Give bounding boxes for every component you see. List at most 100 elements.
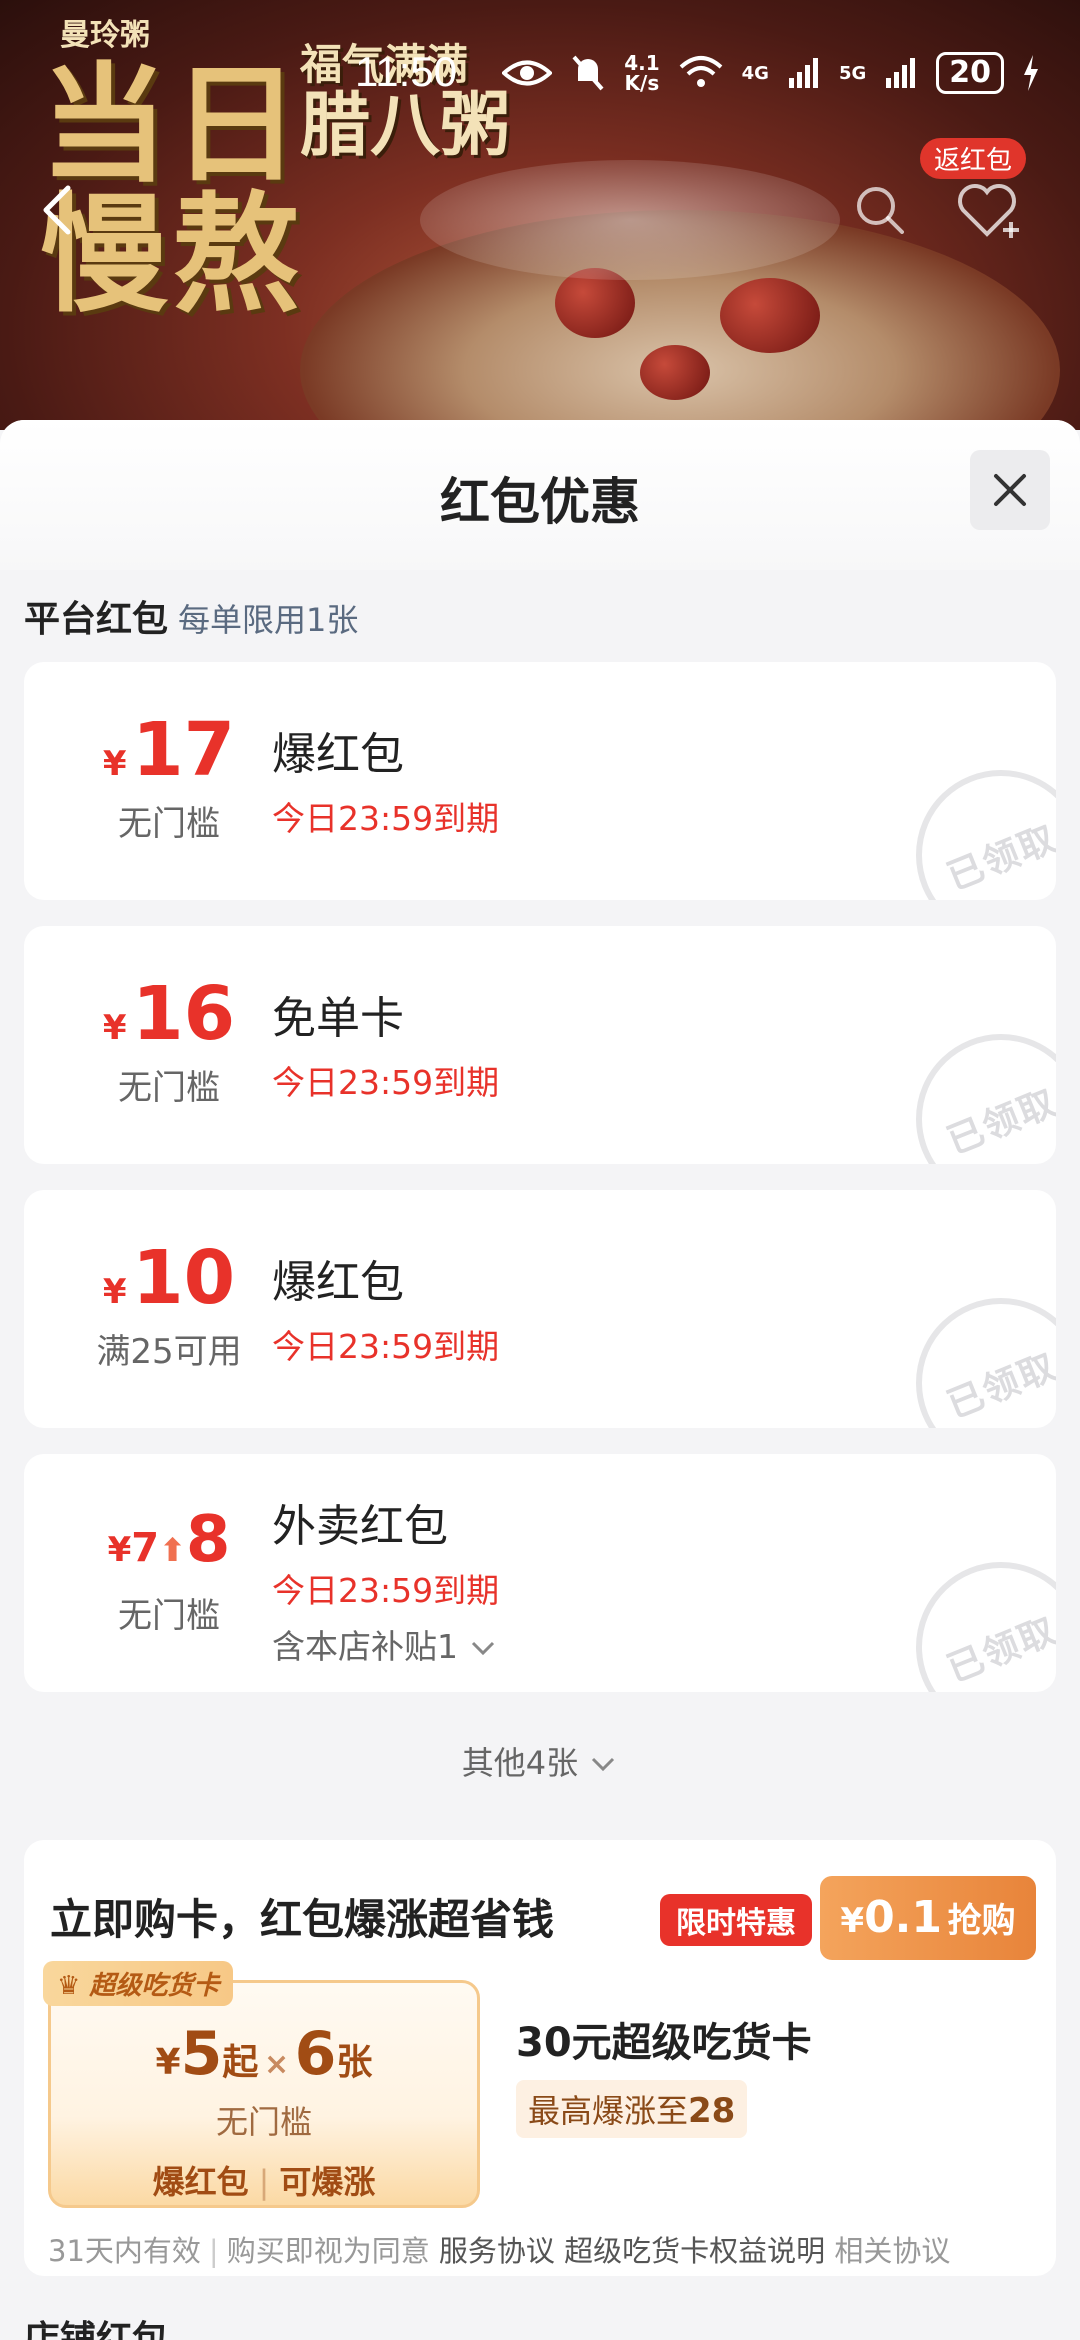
coupon-amount: ¥ 17 [54,710,284,790]
coupon-value: 10 [132,1235,236,1321]
super-card-amount: 5 [180,2019,223,2089]
coupon-value: 17 [132,707,236,793]
super-card-value: ¥5起 × 6张 [51,2019,477,2089]
coupon-subsidy[interactable]: 含本店补贴1 [272,1620,497,1668]
claimed-stamp-text: 已领取 [941,1609,1056,1691]
terms-line: 31天内有效 | 购买即视为同意 服务协议 超级吃货卡权益说明 相关协议 [48,2228,950,2270]
promo-title: 立即购卡，红包爆涨超省钱 [50,1895,555,1944]
coupon-title: 爆红包 [272,729,404,780]
terms-agree: 购买即视为同意 [226,2234,430,2268]
boost-value: 28 [688,2091,736,2131]
service-agreement-link[interactable]: 服务协议 [439,2234,555,2268]
yen-symbol: ¥ [102,1272,127,1312]
super-card-times: × [263,2047,290,2082]
coupon-condition: 满25可用 [96,1332,242,1372]
coupon-condition: 无门槛 [118,804,220,844]
coupon-value: 8 [185,1503,231,1577]
boost-prefix: 最高爆涨至 [528,2092,689,2130]
coupon-title: 爆红包 [272,1257,404,1308]
limited-offer-badge: 限时特惠 [660,1894,812,1946]
battery-indicator: 20 [936,52,1004,94]
coupon-value: 16 [132,971,236,1057]
claimed-stamp: 已领取 [890,1536,1056,1692]
coupon-old-value: 7 [131,1525,160,1571]
signal-5g-label: 5G [838,62,867,84]
coupon-card[interactable]: ¥ 10 满25可用 爆红包 今日23:59到期 已领取 [24,1190,1056,1428]
section-title: 平台红包 [24,599,169,640]
coupon-expire: 今日23:59到期 [272,1327,500,1366]
yen-symbol: ¥ [102,744,127,784]
divider: | [258,2163,270,2201]
chevron-down-icon [592,1757,615,1772]
close-icon [994,474,1026,506]
eye-icon [502,60,553,86]
status-icons: 4.1 K/s 4G 5G 20 [502,52,1040,94]
date-image [640,345,710,400]
favorite-heart-icon[interactable] [955,180,1025,240]
super-card-badge: ♛ 超级吃货卡 [43,1961,234,2006]
close-button[interactable] [970,450,1050,530]
related-agreements-link[interactable]: 相关协议 [834,2234,950,2268]
store-banner: 曼玲粥 当日 慢熬 福气满满 腊八粥 11:50 4.1 K/s 4G 5G 2… [0,0,1080,430]
coupon-card[interactable]: ¥ 17 无门槛 爆红包 今日23:59到期 已领取 [24,662,1056,900]
super-card-tag: 爆红包 [152,2163,249,2201]
status-time: 11:50 [355,48,457,95]
coupon-card[interactable]: ¥ 16 无门槛 免单卡 今日23:59到期 已领取 [24,926,1056,1164]
boost-arrow-icon: ⬆ [159,1531,186,1569]
steam-image [420,160,840,280]
super-card-promo: 立即购卡，红包爆涨超省钱 限时特惠 ¥0.1 抢购 ♛ 超级吃货卡 ¥5起 × … [24,1840,1056,2276]
coupon-expire: 今日23:59到期 [272,1063,500,1102]
net-speed: 4.1 K/s [624,51,660,95]
coupon-condition: 无门槛 [118,1068,220,1108]
wifi-icon [679,56,722,87]
yen-symbol: ¥ [102,1008,127,1048]
store-redpacket-heading: 店铺红包 [24,2319,169,2340]
charging-icon [1024,55,1038,91]
divider: | [208,2234,219,2268]
coupon-card[interactable]: ¥7⬆8 无门槛 外卖红包 今日23:59到期 含本店补贴1 已领取 [24,1454,1056,1692]
return-redpacket-badge: 返红包 [920,138,1027,179]
claimed-stamp: 已领取 [890,1008,1056,1164]
coupon-amount: ¥ 10 [54,1238,284,1318]
super-card-tag: 可爆涨 [279,2163,376,2201]
signal-5g-icon [886,58,916,88]
status-bar: 11:50 4.1 K/s 4G 5G 20 [0,48,1080,108]
signal-4g-label: 4G [741,62,769,84]
sheet-header: 红包优惠 [0,420,1080,570]
signal-4g-icon [788,58,818,88]
claimed-stamp-text: 已领取 [941,1081,1056,1163]
claimed-stamp: 已领取 [890,1272,1056,1428]
coupon-expire: 今日23:59到期 [272,799,500,838]
crown-icon: ♛ [57,1971,81,2001]
more-coupons-toggle[interactable]: 其他4张 [0,1738,1080,1784]
redpacket-sheet: 红包优惠 平台红包 每单限用1张 ¥ 17 无门槛 爆红包 今日23:59到期 已… [0,420,1080,2340]
claimed-stamp-text: 已领取 [941,1345,1056,1427]
super-card-unit: 张 [336,2042,373,2083]
sheet-title: 红包优惠 [440,473,640,531]
coupon-title: 外卖红包 [272,1501,448,1552]
back-icon[interactable] [30,180,90,240]
claimed-stamp: 已领取 [890,744,1056,900]
claimed-stamp-text: 已领取 [941,817,1056,899]
super-card-badge-label: 超级吃货卡 [89,1971,220,2001]
super-card-tags: 爆红包 | 可爆涨 [51,2157,477,2203]
coupon-amount: ¥7⬆8 [54,1500,284,1580]
coupon-expire: 今日23:59到期 [272,1571,500,1610]
buy-now-button[interactable]: ¥0.1 抢购 [820,1876,1036,1960]
card-benefits-link[interactable]: 超级吃货卡权益说明 [564,2234,825,2268]
super-card-count: 6 [294,2019,337,2089]
chevron-down-icon [471,1641,494,1656]
buy-label: 抢购 [947,1901,1016,1941]
terms-validity: 31天内有效 [48,2234,201,2268]
super-card-name: 30元超级吃货卡 [516,2020,812,2066]
super-card-yen: ¥ [155,2042,181,2083]
platform-redpacket-heading: 平台红包 每单限用1张 [24,590,358,642]
coupon-amount: ¥ 16 [54,974,284,1054]
buy-price: 0.1 [864,1892,943,1943]
buy-price-yen: ¥ [840,1901,865,1941]
mute-icon [572,55,604,91]
yen-symbol: ¥ [107,1530,132,1570]
search-icon[interactable] [850,180,910,240]
coupon-subsidy-label: 含本店补贴1 [272,1627,458,1666]
date-image [720,278,820,353]
